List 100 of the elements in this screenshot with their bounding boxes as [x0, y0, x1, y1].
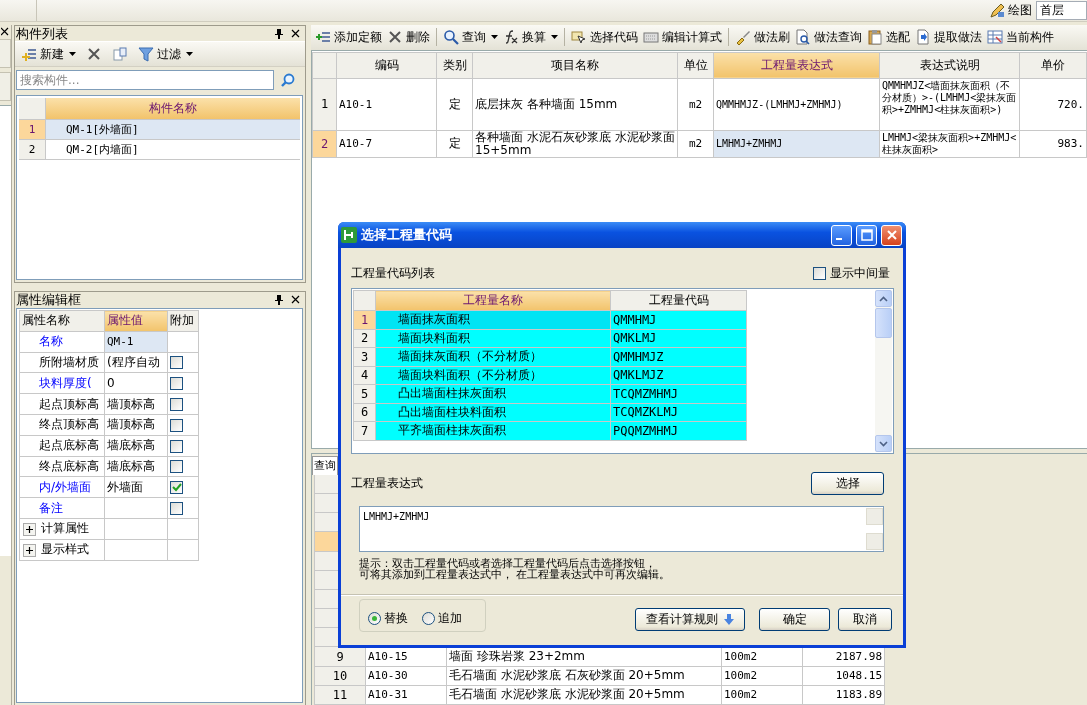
list-item[interactable]: QM-2[内墙面]: [46, 140, 300, 159]
property-name: 起点顶标高: [19, 393, 105, 415]
column-header[interactable]: 构件名称: [46, 98, 300, 119]
minimize-icon: [836, 238, 842, 240]
close-icon[interactable]: [291, 29, 300, 38]
radio-option[interactable]: 追加: [422, 610, 462, 627]
document-search-icon: [795, 29, 811, 46]
toolbar-button[interactable]: 当前构件: [985, 26, 1056, 49]
toolbar-button[interactable]: 查询: [441, 26, 500, 49]
checkbox[interactable]: [170, 398, 183, 412]
table-cell: 毛石墙面 水泥砂浆底 水泥砂浆面 20+5mm: [446, 685, 722, 705]
floor-field[interactable]: 首层: [1036, 1, 1087, 20]
checkbox[interactable]: [170, 439, 183, 453]
column-header[interactable]: 类别: [436, 52, 473, 79]
cancel-button[interactable]: 取消: [838, 608, 892, 631]
toolbar-button[interactable]: 过滤: [136, 43, 195, 65]
property-value[interactable]: 墙底标高: [104, 435, 168, 457]
scroll-up-button[interactable]: [875, 290, 892, 307]
column-header[interactable]: 单位: [677, 52, 714, 79]
search-field[interactable]: 搜索构件...: [16, 70, 274, 90]
property-value[interactable]: (程序自动: [104, 352, 168, 373]
list-item[interactable]: QM-1[外墙面]: [46, 120, 300, 139]
column-header[interactable]: 工程量表达式: [713, 52, 880, 79]
pin-icon[interactable]: [275, 294, 283, 305]
function-icon: [503, 29, 519, 46]
minimize-button[interactable]: [831, 224, 852, 246]
document-arrow-icon: [915, 29, 931, 46]
pointer-icon: [571, 29, 587, 46]
radio-button[interactable]: [368, 612, 381, 625]
tab[interactable]: 查询: [312, 455, 338, 475]
table-cell: m2: [677, 78, 714, 131]
toolbar-button[interactable]: 做法刷: [733, 26, 792, 49]
table-cell: 100m2: [721, 685, 803, 705]
column-header[interactable]: 单价: [1019, 52, 1087, 79]
rules-button[interactable]: 查看计算规则: [635, 608, 745, 631]
search-icon: [280, 72, 296, 88]
property-value[interactable]: 墙底标高: [104, 456, 168, 477]
property-name: 终点底标高: [19, 456, 105, 477]
panel-title: 构件列表: [16, 26, 68, 41]
toolbar-button[interactable]: 选择代码: [569, 26, 640, 49]
draw-button[interactable]: 绘图: [985, 0, 1036, 21]
table-cell: m2: [677, 130, 714, 158]
checkbox[interactable]: [170, 356, 183, 370]
table-cell: 定: [436, 78, 473, 131]
down-caret-icon: [879, 440, 888, 447]
table-cell: LMHMJ<梁抹灰面积>+ZMHMJ<柱抹灰面积>: [879, 130, 1020, 158]
keyboard-icon: [643, 29, 659, 46]
section-label: 工程量表达式: [351, 474, 423, 492]
toolbar-button[interactable]: 新建: [19, 43, 78, 65]
expand-icon[interactable]: [23, 544, 36, 558]
radio-option[interactable]: 替换: [368, 610, 408, 627]
property-value[interactable]: 墙顶标高: [104, 393, 168, 415]
checkbox[interactable]: [170, 481, 183, 495]
search-icon: [443, 29, 459, 46]
radio-button[interactable]: [422, 612, 435, 625]
toolbar-button[interactable]: 换算: [501, 26, 560, 49]
table-cell[interactable]: QMMHMJZ-(LMHMJ+ZMHMJ): [713, 78, 880, 131]
expand-icon[interactable]: [23, 523, 36, 537]
table-icon: [987, 29, 1003, 46]
maximize-button[interactable]: [856, 224, 877, 246]
column-header[interactable]: 编码: [336, 52, 437, 79]
column-header[interactable]: 表达式说明: [879, 52, 1020, 79]
hint-text: 可将其添加到工程量表达式中， 在工程量表达式中可再次编辑。: [359, 569, 672, 580]
close-icon[interactable]: [1, 27, 9, 36]
group-row[interactable]: 计算属性: [19, 518, 105, 540]
column-header: 属性名称: [19, 310, 105, 332]
toolbar-button[interactable]: 删除: [385, 26, 432, 49]
row-number: 2: [312, 130, 337, 158]
column-header[interactable]: 工程量名称: [375, 290, 611, 311]
toolbar-button[interactable]: 编辑计算式: [641, 26, 724, 49]
property-value[interactable]: 外墙面: [104, 476, 168, 498]
close-icon[interactable]: [291, 295, 300, 304]
property-value[interactable]: 墙顶标高: [104, 414, 168, 436]
table-cell[interactable]: LMHMJ+ZMHMJ: [713, 130, 880, 158]
property-name: 名称: [19, 331, 105, 353]
scroll-thumb[interactable]: [875, 308, 892, 338]
checkbox[interactable]: [170, 418, 183, 432]
column-header[interactable]: 工程量代码: [610, 290, 747, 311]
checkbox[interactable]: [813, 266, 826, 280]
column-header[interactable]: 项目名称: [472, 52, 678, 79]
dialog-title: 选择工程量代码: [361, 226, 452, 244]
pin-icon[interactable]: [275, 28, 283, 39]
table-cell: QMMHMJZ<墙面抹灰面积（不分材质）>-(LMHMJ<梁抹灰面积>+ZMHMJ<柱抹灰面积>): [879, 78, 1020, 131]
table-cell: 720.: [1019, 78, 1087, 131]
checkbox[interactable]: [170, 502, 183, 516]
select-button[interactable]: 选择: [811, 471, 884, 495]
maximize-icon: [860, 229, 873, 241]
toolbar-button[interactable]: 做法查询: [793, 26, 864, 49]
scroll-down-button[interactable]: [875, 435, 892, 452]
property-value[interactable]: 0: [104, 372, 168, 394]
close-button[interactable]: [881, 224, 902, 246]
toolbar-button[interactable]: 添加定额: [313, 26, 384, 49]
checkbox[interactable]: [170, 377, 183, 391]
checkbox[interactable]: [170, 460, 183, 474]
toolbar-button[interactable]: 提取做法: [913, 26, 984, 49]
table-cell: A10-1: [336, 78, 437, 131]
ok-button[interactable]: 确定: [759, 608, 830, 631]
group-row[interactable]: 显示样式: [19, 539, 105, 561]
column-header: 属性值: [104, 310, 168, 332]
toolbar-button[interactable]: 选配: [865, 26, 912, 49]
